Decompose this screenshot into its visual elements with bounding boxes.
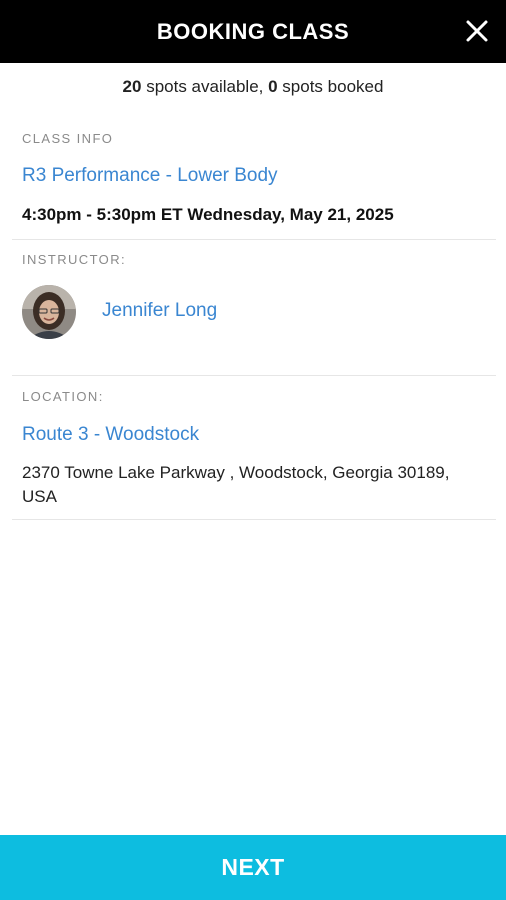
spots-available-text: spots available,	[141, 77, 269, 96]
class-time: 4:30pm - 5:30pm ET Wednesday, May 21, 20…	[22, 205, 394, 224]
spots-booked-count: 0	[268, 77, 278, 96]
instructor-name-row: Jennifer Long	[92, 300, 392, 322]
divider	[12, 375, 496, 376]
spots-summary: 20 spots available, 0 spots booked	[0, 77, 506, 97]
location-label: LOCATION:	[22, 389, 104, 404]
class-time-row: 4:30pm - 5:30pm ET Wednesday, May 21, 20…	[12, 205, 496, 225]
location-address-row: 2370 Towne Lake Parkway , Woodstock, Geo…	[12, 461, 496, 509]
class-info-section: CLASS INFO	[12, 131, 496, 146]
close-icon	[466, 20, 488, 42]
instructor-name-link[interactable]: Jennifer Long	[102, 300, 392, 322]
location-name-link[interactable]: Route 3 - Woodstock	[22, 424, 496, 446]
instructor-section: INSTRUCTOR:	[12, 252, 496, 267]
class-name-row: R3 Performance - Lower Body	[12, 165, 496, 187]
spots-available-count: 20	[122, 77, 142, 96]
spots-booked-text: spots booked	[277, 77, 384, 96]
header-bar: BOOKING CLASS	[0, 0, 506, 63]
class-info-label: CLASS INFO	[22, 131, 114, 146]
divider	[12, 239, 496, 240]
divider	[12, 519, 496, 520]
page-title: BOOKING CLASS	[156, 18, 350, 44]
avatar-photo-icon	[22, 285, 76, 339]
instructor-avatar	[22, 285, 76, 339]
close-button[interactable]	[462, 16, 492, 46]
location-section: LOCATION:	[12, 389, 496, 404]
class-name-link[interactable]: R3 Performance - Lower Body	[22, 165, 496, 187]
next-button[interactable]: NEXT	[0, 835, 506, 900]
location-address: 2370 Towne Lake Parkway , Woodstock, Geo…	[22, 463, 450, 506]
instructor-label: INSTRUCTOR:	[22, 252, 126, 267]
location-name-row: Route 3 - Woodstock	[12, 424, 496, 446]
